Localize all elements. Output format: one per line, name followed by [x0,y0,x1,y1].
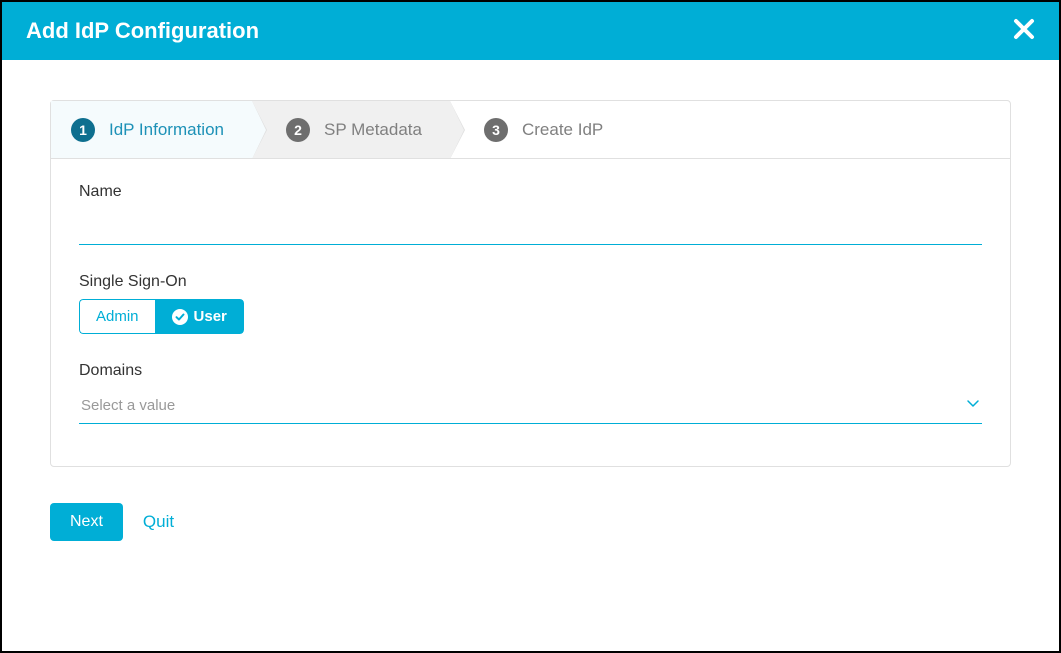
step-idp-information[interactable]: 1 IdP Information [51,101,252,158]
domains-select[interactable]: Select a value [79,388,982,424]
wizard-panel: 1 IdP Information 2 SP Metadata 3 Create… [50,100,1011,467]
check-circle-icon [172,309,188,325]
toggle-label: Admin [96,308,139,325]
chevron-down-icon [966,396,980,415]
sso-option-user[interactable]: User [155,299,244,334]
close-icon[interactable] [1013,16,1035,46]
name-label: Name [79,183,982,201]
step-label: IdP Information [109,120,224,140]
sso-option-admin[interactable]: Admin [79,299,155,334]
name-input[interactable] [79,209,982,245]
sso-toggle-group: Admin User [79,299,244,334]
dialog-title: Add IdP Configuration [26,18,259,44]
form-group-name: Name [79,183,982,245]
form-group-sso: Single Sign-On Admin User [79,273,982,334]
wizard-stepper: 1 IdP Information 2 SP Metadata 3 Create… [51,101,1010,159]
step-number: 3 [484,118,508,142]
select-placeholder: Select a value [81,397,175,414]
form-body: Name Single Sign-On Admin User [51,159,1010,466]
step-create-idp[interactable]: 3 Create IdP [450,101,631,158]
sso-label: Single Sign-On [79,273,982,291]
dialog-content: 1 IdP Information 2 SP Metadata 3 Create… [2,60,1059,491]
dialog-footer: Next Quit [2,491,1059,561]
step-number: 2 [286,118,310,142]
domains-label: Domains [79,362,982,380]
next-button[interactable]: Next [50,503,123,541]
dialog-header: Add IdP Configuration [2,2,1059,60]
step-number: 1 [71,118,95,142]
step-sp-metadata[interactable]: 2 SP Metadata [252,101,450,158]
step-label: SP Metadata [324,120,422,140]
toggle-label: User [194,308,227,325]
form-group-domains: Domains Select a value [79,362,982,424]
quit-button[interactable]: Quit [143,512,174,532]
step-label: Create IdP [522,120,603,140]
